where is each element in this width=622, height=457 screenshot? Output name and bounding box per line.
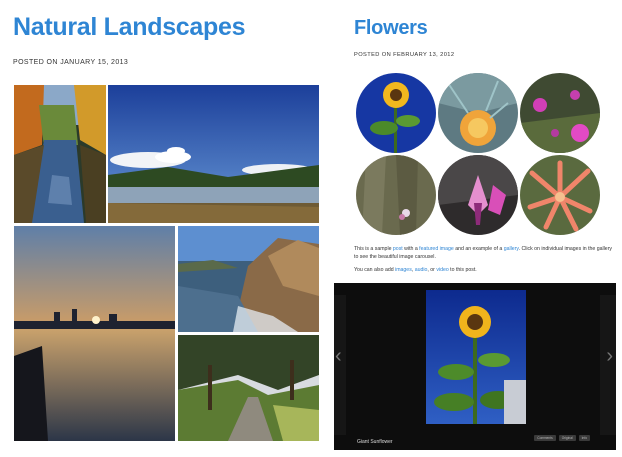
chevron-left-icon[interactable]: ‹ [335,345,342,368]
gallery-image-coast-cliffs[interactable] [178,226,319,332]
video-link[interactable]: video [436,267,448,273]
post-title-flowers[interactable]: Flowers [354,15,428,41]
info-button[interactable]: Info [578,435,590,441]
text: This is a sample [354,246,393,252]
gallery-thumb-tree-bark[interactable] [356,155,436,235]
text: , or [427,267,437,273]
audio-link[interactable]: audio [415,267,428,273]
text: to this post. [448,267,477,273]
text: and an example of a [453,246,504,252]
gallery-thumb-orange-spider-flower[interactable] [520,155,600,235]
image-carousel: ‹ › Giant Sunflower Comments Original In… [334,283,616,450]
post-date-link[interactable]: JANUARY 15, 2013 [60,59,128,66]
post-body-paragraph-2: You can also add images, audio, or video… [354,266,614,274]
post-meta: POSTED ON JANUARY 15, 2013 [13,59,128,66]
gallery-thumb-protea[interactable] [438,73,518,153]
text: You can also add [354,267,396,273]
gallery-thumb-purple-flowers[interactable] [520,73,600,153]
post-body-paragraph-1: This is a sample post with a featured im… [354,245,614,261]
gallery-thumb-fuchsia[interactable] [438,155,518,235]
gallery-image-sunset-water[interactable] [14,226,175,441]
gallery-thumb-sunflower[interactable] [356,73,436,153]
carousel-controls: Comments Original Info [534,435,590,441]
posted-on-label: POSTED ON [13,59,58,66]
post-date-link[interactable]: FEBRUARY 13, 2012 [393,52,454,58]
gallery-image-tree-path[interactable] [178,335,319,441]
chevron-right-icon[interactable]: › [606,345,613,368]
carousel-caption: Giant Sunflower [357,439,393,445]
comments-button[interactable]: Comments [534,435,556,441]
post-meta: POSTED ON FEBRUARY 13, 2012 [354,52,454,58]
images-link[interactable]: images [395,267,412,273]
gallery-image-autumn-creek[interactable] [14,85,106,223]
posted-on-label: POSTED ON [354,52,392,58]
featured-image-link[interactable]: featured image [419,246,454,252]
carousel-image-sunflower[interactable] [426,290,526,424]
post-title-natural-landscapes[interactable]: Natural Landscapes [13,12,245,42]
text: with a [402,246,420,252]
original-button[interactable]: Original [558,435,576,441]
gallery-image-lake-sky[interactable] [108,85,319,223]
post-link[interactable]: post [393,246,403,252]
gallery-link[interactable]: gallery [504,246,519,252]
